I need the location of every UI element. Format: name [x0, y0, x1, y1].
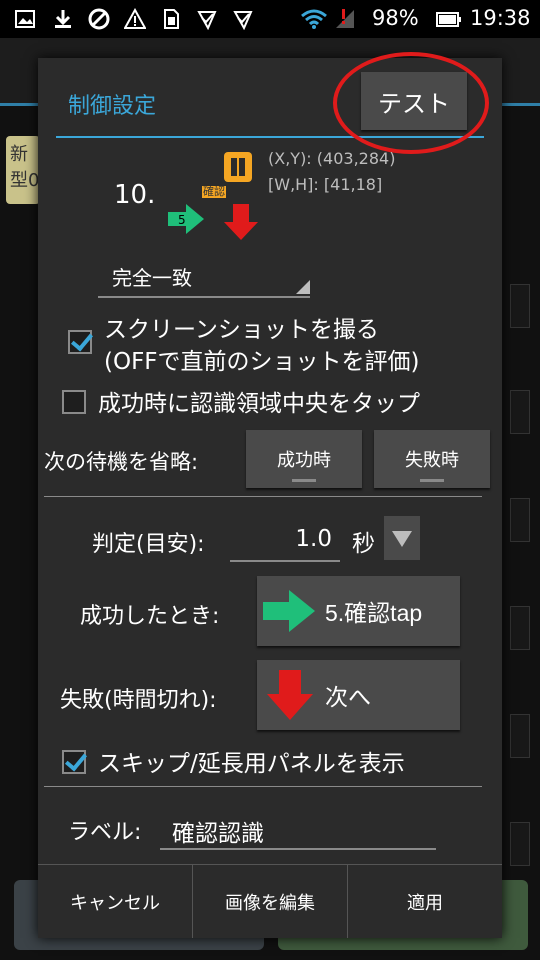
check-icon [197, 11, 217, 30]
background-row [510, 284, 530, 328]
success-label: 成功したとき: [80, 604, 220, 629]
failure-arrow-icon [224, 204, 258, 240]
match-mode-select[interactable]: 完全一致 [98, 256, 310, 298]
background-row [510, 606, 530, 650]
edit-image-button[interactable]: 画像を編集 [193, 865, 348, 938]
label-input[interactable]: 確認認識 [160, 808, 436, 850]
failure-label: 失敗(時間切れ): [60, 688, 217, 713]
background-row [510, 390, 530, 434]
clock: 19:38 [470, 6, 531, 30]
label-label: ラベル: [68, 820, 142, 845]
warning-icon [124, 8, 146, 29]
battery-percent: 98% [372, 6, 419, 30]
signal-icon [336, 9, 354, 28]
background-row [510, 822, 530, 866]
skip-wait-label: 次の待機を省略: [44, 450, 199, 474]
failure-action-label: 次へ [325, 684, 371, 710]
coords-wh: [W,H]: [41,18] [268, 175, 383, 194]
unit-dropdown-button[interactable] [384, 516, 420, 560]
screenshot-checkbox[interactable] [68, 330, 92, 354]
sim-icon [164, 9, 179, 29]
step-badge: 5 [178, 213, 186, 227]
judge-seconds-input[interactable]: 1.0 [230, 520, 340, 562]
status-bar: 98% 19:38 [0, 0, 540, 38]
image-icon [15, 10, 35, 28]
dialog-title: 制御設定 [68, 94, 157, 119]
download-icon [55, 10, 71, 28]
dropdown-triangle-icon [296, 280, 310, 294]
title-divider [56, 136, 484, 138]
control-settings-dialog: 制御設定 テスト 10. 確認 5 (X,Y): (403,284) [W,H]… [38, 52, 502, 938]
image-tag: 確認 [202, 185, 226, 198]
background-row [510, 714, 530, 758]
tap-center-checkbox[interactable] [62, 390, 86, 414]
skip-panel-label: スキップ/延長用パネルを表示 [98, 751, 405, 777]
failure-action-button[interactable]: 次へ [257, 660, 460, 730]
tap-center-label: 成功時に認識領域中央をタップ [98, 391, 420, 417]
skip-panel-checkbox[interactable] [62, 750, 86, 774]
screenshot-sublabel: (OFFで直前のショットを評価) [104, 349, 420, 375]
apply-button[interactable]: 適用 [348, 865, 502, 938]
background-row [510, 498, 530, 542]
success-arrow-icon: 5 [168, 204, 204, 234]
success-arrow-icon [263, 590, 315, 632]
skip-on-failure-button[interactable]: 失敗時 [374, 430, 490, 488]
dialog-footer: キャンセル 画像を編集 適用 [38, 864, 502, 938]
pause-icon[interactable] [224, 152, 252, 182]
background-chip: 新型0 [6, 136, 40, 204]
match-mode-value: 完全一致 [112, 266, 192, 290]
coords-xy: (X,Y): (403,284) [268, 149, 396, 168]
cancel-button[interactable]: キャンセル [38, 865, 193, 938]
check-icon [233, 11, 253, 30]
step-number: 10. [114, 180, 156, 210]
label-input-value: 確認認識 [172, 821, 264, 847]
blocked-icon [88, 8, 110, 30]
battery-icon [436, 12, 461, 27]
success-action-button[interactable]: 5.確認tap [257, 576, 460, 646]
judge-unit: 秒 [352, 531, 375, 557]
screenshot-label: スクリーンショットを撮る [104, 317, 379, 343]
coordinates-readout: (X,Y): (403,284) [W,H]: [41,18] [268, 146, 395, 198]
skip-on-success-button[interactable]: 成功時 [246, 430, 362, 488]
section-divider [44, 496, 482, 497]
section-divider [44, 786, 482, 787]
judge-label: 判定(目安): [92, 532, 205, 557]
test-button[interactable]: テスト [361, 72, 467, 130]
success-action-label: 5.確認tap [325, 600, 423, 626]
failure-arrow-icon [267, 670, 313, 720]
wifi-icon [301, 9, 327, 29]
